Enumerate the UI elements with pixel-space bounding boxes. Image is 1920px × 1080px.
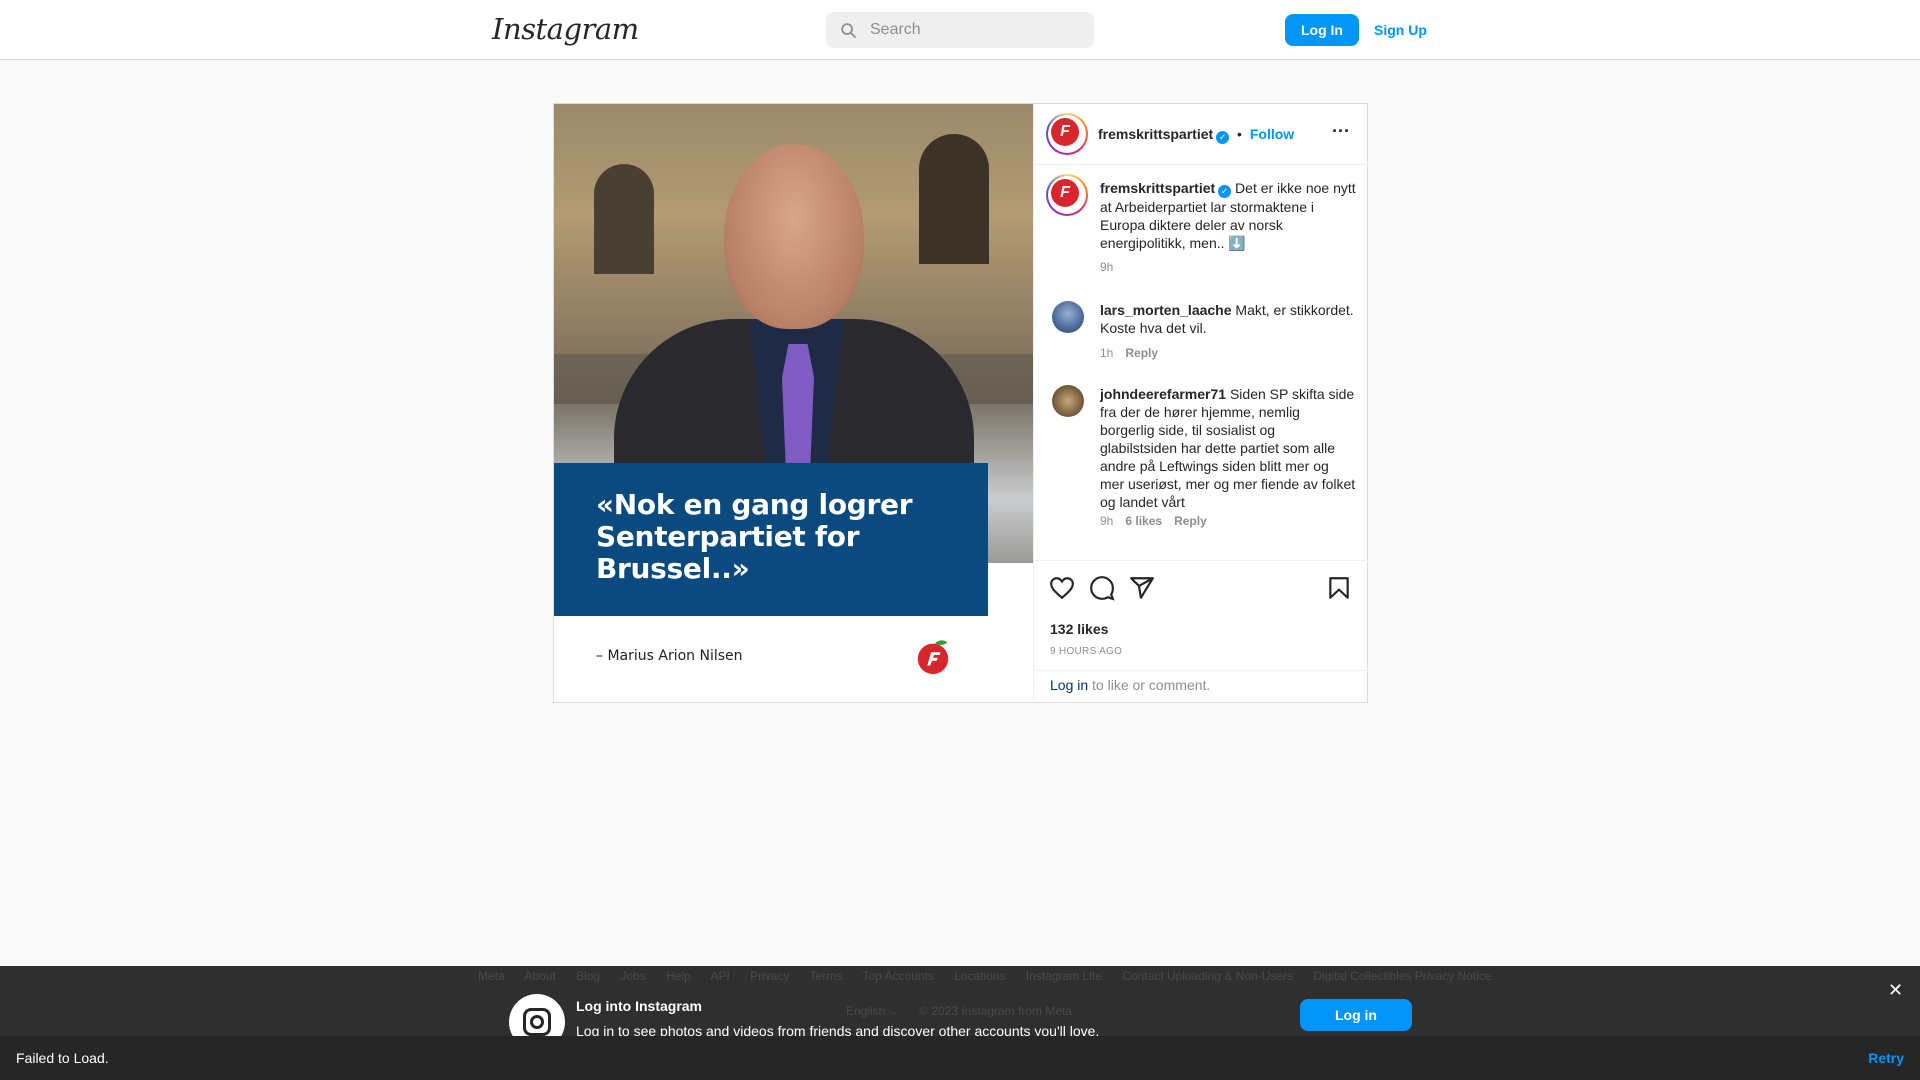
follow-button[interactable]: Follow: [1250, 126, 1294, 142]
person-head: [724, 144, 864, 329]
separator-dot: •: [1237, 126, 1242, 142]
post-card: «Nok en gang logrer Senterpartiet for Br…: [553, 103, 1368, 703]
login-banner: Meta About Blog Jobs Help API Privacy Te…: [0, 966, 1920, 1050]
login-to-comment: Log in to like or comment.: [1034, 670, 1368, 702]
comments-list: F fremskrittspartiet ✓ Det er ikke noe ny…: [1034, 165, 1368, 565]
copyright: © 2023 Instagram from Meta: [919, 1004, 1073, 1018]
comment-body: Siden SP skifta side fra der de hører hj…: [1100, 386, 1356, 510]
comment-icon[interactable]: [1089, 575, 1115, 601]
retry-button[interactable]: Retry: [1868, 1050, 1904, 1066]
commenter-avatar[interactable]: [1052, 301, 1084, 333]
comment-time[interactable]: 9h: [1100, 514, 1113, 528]
quote-author: – Marius Arion Nilsen: [596, 648, 743, 664]
caption-time[interactable]: 9h: [1100, 260, 1113, 274]
search-box[interactable]: [826, 12, 1094, 48]
top-navbar: Instagram Log In Sign Up: [0, 0, 1920, 60]
comment-time[interactable]: 1h: [1100, 346, 1113, 360]
login-link[interactable]: Log in: [1050, 677, 1088, 693]
caption-username[interactable]: fremskrittspartiet: [1100, 180, 1215, 196]
comment-username[interactable]: lars_morten_laache: [1100, 302, 1232, 318]
instagram-logo[interactable]: Instagram: [492, 12, 639, 46]
footer-link[interactable]: Help: [666, 969, 691, 983]
comment-likes[interactable]: 6 likes: [1125, 514, 1162, 528]
quote-text: «Nok en gang logrer Senterpartiet for Br…: [596, 488, 913, 585]
footer-link[interactable]: Instagram Lite: [1026, 969, 1102, 983]
footer-bottom: English ⌵ © 2023 Instagram from Meta: [846, 1004, 1090, 1019]
caption-meta: 9h: [1100, 260, 1125, 274]
footer-link[interactable]: Blog: [576, 969, 600, 983]
like-heart-icon[interactable]: [1049, 575, 1075, 601]
comment-item: johndeerefarmer71 Siden SP skifta side f…: [1046, 385, 1358, 535]
search-icon: [841, 23, 857, 39]
footer-link[interactable]: Meta: [478, 969, 505, 983]
toast-message: Failed to Load.: [16, 1050, 109, 1066]
footer-link[interactable]: Jobs: [620, 969, 645, 983]
caption-text: fremskrittspartiet ✓ Det er ikke noe nytt…: [1100, 179, 1356, 252]
login-button[interactable]: Log In: [1285, 14, 1359, 46]
party-logo-icon: F: [1051, 179, 1079, 207]
commenter-avatar[interactable]: [1052, 385, 1084, 417]
comment-username[interactable]: johndeerefarmer71: [1100, 386, 1226, 402]
arched-window: [594, 164, 654, 274]
error-toast: Failed to Load. Retry: [0, 1036, 1920, 1080]
language-select[interactable]: English ⌵: [846, 1004, 898, 1018]
footer-link[interactable]: Privacy: [750, 969, 789, 983]
footer-link[interactable]: Locations: [954, 969, 1005, 983]
footer-link[interactable]: Contact Uploading & Non-Users: [1122, 969, 1293, 983]
post-sidebar: F fremskrittspartiet ✓ • Follow ··· F fre…: [1033, 104, 1368, 702]
footer-link[interactable]: API: [711, 969, 730, 983]
party-apple-logo-icon: [917, 640, 949, 675]
post-timestamp[interactable]: 9 HOURS AGO: [1050, 646, 1122, 657]
footer-link[interactable]: Digital Collectibles Privacy Notice: [1313, 969, 1491, 983]
header-user-line: fremskrittspartiet ✓ • Follow: [1098, 126, 1294, 144]
footer-link[interactable]: Terms: [810, 969, 843, 983]
footer-link[interactable]: Top Accounts: [862, 969, 933, 983]
reply-button[interactable]: Reply: [1174, 514, 1207, 528]
caption-avatar[interactable]: F: [1046, 174, 1088, 216]
more-options-icon[interactable]: ···: [1331, 122, 1351, 144]
comment-text: johndeerefarmer71 Siden SP skifta side f…: [1100, 385, 1356, 511]
footer-links: Meta About Blog Jobs Help API Privacy Te…: [478, 969, 1508, 983]
post-actions: 132 likes 9 HOURS AGO: [1034, 560, 1368, 676]
save-bookmark-icon[interactable]: [1326, 575, 1352, 601]
share-icon[interactable]: [1129, 575, 1155, 601]
search-input[interactable]: [870, 12, 1080, 48]
post-header: F fremskrittspartiet ✓ • Follow ···: [1034, 104, 1368, 165]
like-count[interactable]: 132 likes: [1050, 621, 1108, 637]
comment-meta: 1h Reply: [1100, 346, 1170, 360]
post-image[interactable]: «Nok en gang logrer Senterpartiet for Br…: [554, 104, 1033, 702]
reply-button[interactable]: Reply: [1125, 346, 1158, 360]
login-prompt-text: to like or comment.: [1088, 677, 1211, 693]
banner-title: Log into Instagram: [576, 998, 702, 1014]
verified-icon: ✓: [1218, 185, 1232, 198]
verified-icon: ✓: [1216, 131, 1230, 144]
comment-text: lars_morten_laache Makt, er stikkordet. …: [1100, 301, 1356, 337]
comment-meta: 9h 6 likes Reply: [1100, 514, 1219, 528]
caption: F fremskrittspartiet ✓ Det er ikke noe ny…: [1046, 174, 1358, 279]
party-logo-icon: F: [1051, 118, 1079, 146]
signup-link[interactable]: Sign Up: [1374, 14, 1427, 46]
arched-window: [919, 134, 989, 264]
footer-link[interactable]: About: [524, 969, 555, 983]
quote-box: «Nok en gang logrer Senterpartiet for Br…: [554, 463, 988, 616]
header-username[interactable]: fremskrittspartiet: [1098, 126, 1213, 142]
banner-login-button[interactable]: Log in: [1300, 999, 1412, 1031]
comment-item: lars_morten_laache Makt, er stikkordet. …: [1046, 301, 1358, 371]
close-icon[interactable]: ✕: [1888, 980, 1903, 1001]
author-avatar[interactable]: F: [1046, 113, 1088, 155]
